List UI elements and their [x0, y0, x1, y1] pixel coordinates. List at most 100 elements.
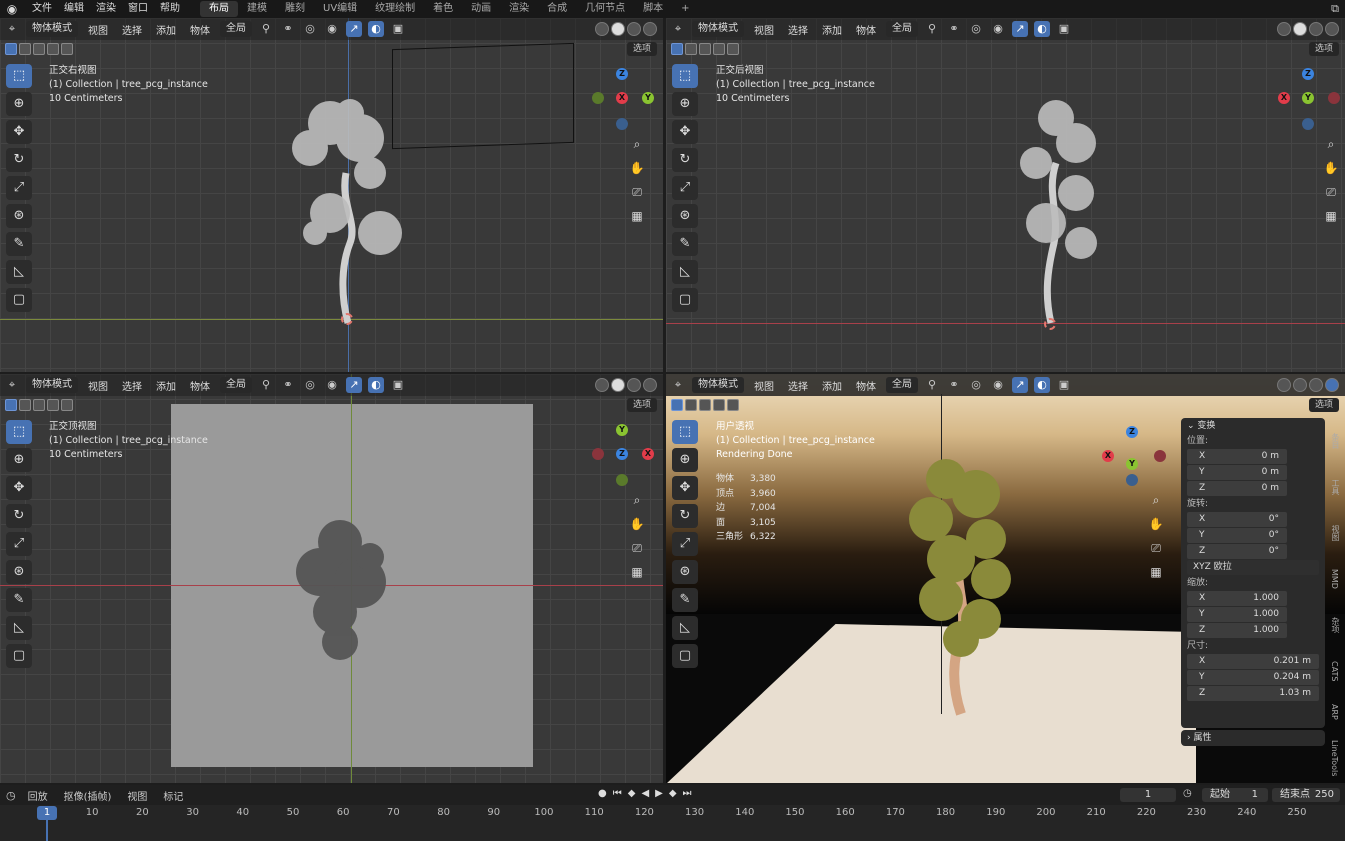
options-dropdown[interactable]: 选项: [1308, 398, 1339, 412]
pivot-icon[interactable]: ⚲: [258, 21, 274, 37]
dimension-z-field[interactable]: Z 1.03 m: [1187, 686, 1319, 701]
orientation-dropdown[interactable]: 全局: [886, 377, 918, 393]
rendered-shading-icon[interactable]: [643, 378, 657, 392]
rotation-x-field[interactable]: X 0°: [1187, 512, 1287, 527]
tab-layout[interactable]: 布局: [200, 1, 238, 17]
gizmo-neg-y-icon[interactable]: [616, 474, 628, 486]
pivot-icon[interactable]: ⚲: [924, 377, 940, 393]
xray-icon[interactable]: ▣: [1056, 21, 1072, 37]
snap-icon[interactable]: ⚭: [946, 377, 962, 393]
cursor-tool-icon[interactable]: ⊕: [6, 448, 32, 472]
jump-start-icon[interactable]: ⏮: [613, 788, 622, 799]
solid-shading-icon[interactable]: [611, 378, 625, 392]
annotate-tool-icon[interactable]: ✎: [6, 232, 32, 256]
gizmo-z-icon[interactable]: Z: [1126, 426, 1138, 438]
select-new-icon[interactable]: [671, 43, 683, 55]
rotation-y-field[interactable]: Y 0°: [1187, 528, 1287, 543]
blender-logo-icon[interactable]: ◉: [4, 2, 20, 16]
menu-help[interactable]: 帮助: [154, 1, 186, 17]
rotate-tool-icon[interactable]: ↻: [672, 504, 698, 528]
select-new-icon[interactable]: [5, 399, 17, 411]
scale-tool-icon[interactable]: ⤢: [6, 532, 32, 556]
tab-shading[interactable]: 着色: [424, 1, 462, 17]
select-invert-icon[interactable]: [47, 43, 59, 55]
measure-tool-icon[interactable]: ◺: [6, 616, 32, 640]
menu-object[interactable]: 物体: [186, 378, 214, 393]
gizmo-z-icon[interactable]: Z: [616, 68, 628, 80]
editor-type-icon[interactable]: ⌖: [4, 21, 20, 37]
select-intersect-icon[interactable]: [61, 399, 73, 411]
proportional-icon[interactable]: ◎: [968, 377, 984, 393]
overlay-toggle-icon[interactable]: ◐: [368, 377, 384, 393]
overlay-toggle-icon[interactable]: ◐: [1034, 21, 1050, 37]
rotate-tool-icon[interactable]: ↻: [6, 504, 32, 528]
wireframe-shading-icon[interactable]: [1277, 378, 1291, 392]
menu-edit[interactable]: 编辑: [58, 1, 90, 17]
viewport-back-ortho[interactable]: ⌖ 物体模式 视图 选择 添加 物体 全局 ⚲ ⚭ ◎ ◉ ↗ ◐ ▣ 选项 正…: [666, 18, 1345, 372]
location-z-field[interactable]: Z0 m: [1187, 481, 1287, 496]
orientation-dropdown[interactable]: 全局: [886, 21, 918, 37]
transform-tool-icon[interactable]: ⊛: [6, 204, 32, 228]
solid-shading-icon[interactable]: [1293, 378, 1307, 392]
add-workspace-button[interactable]: +: [672, 1, 698, 17]
solid-shading-icon[interactable]: [611, 22, 625, 36]
measure-tool-icon[interactable]: ◺: [6, 260, 32, 284]
menu-view[interactable]: 视图: [750, 378, 778, 393]
material-shading-icon[interactable]: [627, 22, 641, 36]
rotate-tool-icon[interactable]: ↻: [672, 148, 698, 172]
gizmo-toggle-icon[interactable]: ↗: [1012, 377, 1028, 393]
dimension-y-field[interactable]: Y 0.204 m: [1187, 670, 1319, 685]
annotate-tool-icon[interactable]: ✎: [672, 232, 698, 256]
tab-modeling[interactable]: 建模: [238, 1, 276, 17]
move-tool-icon[interactable]: ✥: [672, 476, 698, 500]
gizmo-neg-x-icon[interactable]: [1154, 450, 1166, 462]
select-intersect-icon[interactable]: [727, 43, 739, 55]
tab-sculpting[interactable]: 雕刻: [276, 1, 314, 17]
cursor-tool-icon[interactable]: ⊕: [672, 92, 698, 116]
select-invert-icon[interactable]: [713, 43, 725, 55]
menu-add[interactable]: 添加: [818, 22, 846, 37]
visibility-icon[interactable]: ◉: [990, 21, 1006, 37]
xray-icon[interactable]: ▣: [390, 377, 406, 393]
select-new-icon[interactable]: [671, 399, 683, 411]
snap-icon[interactable]: ⚭: [280, 377, 296, 393]
select-subtract-icon[interactable]: [699, 399, 711, 411]
tab-compositing[interactable]: 合成: [538, 1, 576, 17]
select-subtract-icon[interactable]: [699, 43, 711, 55]
scale-tool-icon[interactable]: ⤢: [672, 532, 698, 556]
gizmo-toggle-icon[interactable]: ↗: [346, 377, 362, 393]
xray-icon[interactable]: ▣: [390, 21, 406, 37]
play-reverse-icon[interactable]: ◀: [641, 788, 649, 799]
rendered-shading-icon[interactable]: [643, 22, 657, 36]
camera-view-icon[interactable]: ⎚: [627, 538, 647, 558]
pan-hand-icon[interactable]: ✋: [627, 514, 647, 534]
timeline-view-menu[interactable]: 视图: [123, 788, 151, 803]
menu-select[interactable]: 选择: [118, 22, 146, 37]
scale-y-field[interactable]: Y 1.000: [1187, 607, 1287, 622]
zoom-icon[interactable]: ⌕: [627, 490, 647, 510]
prev-keyframe-icon[interactable]: ◆: [628, 788, 636, 799]
overlay-toggle-icon[interactable]: ◐: [1034, 377, 1050, 393]
cursor-tool-icon[interactable]: ⊕: [6, 92, 32, 116]
menu-view[interactable]: 视图: [84, 22, 112, 37]
current-frame-field[interactable]: 1: [1120, 788, 1176, 802]
gizmo-y-icon[interactable]: Y: [1302, 92, 1314, 104]
editor-type-icon[interactable]: ⌖: [670, 377, 686, 393]
menu-select[interactable]: 选择: [784, 22, 812, 37]
axis-gizmo[interactable]: Z X Y: [1102, 424, 1166, 486]
transform-tool-icon[interactable]: ⊛: [6, 560, 32, 584]
mode-dropdown[interactable]: 物体模式: [692, 21, 744, 37]
gizmo-neg-x-icon[interactable]: [1328, 92, 1340, 104]
menu-window[interactable]: 窗口: [122, 1, 154, 17]
properties-panel-title[interactable]: › 属性: [1181, 730, 1325, 746]
material-shading-icon[interactable]: [1309, 22, 1323, 36]
gizmo-neg-z-icon[interactable]: [1126, 474, 1138, 486]
scale-tool-icon[interactable]: ⤢: [6, 176, 32, 200]
gizmo-z-icon[interactable]: Z: [1302, 68, 1314, 80]
rotation-z-field[interactable]: Z 0°: [1187, 544, 1287, 559]
annotate-tool-icon[interactable]: ✎: [672, 588, 698, 612]
orientation-dropdown[interactable]: 全局: [220, 377, 252, 393]
transform-tool-icon[interactable]: ⊛: [672, 560, 698, 584]
proportional-icon[interactable]: ◎: [302, 21, 318, 37]
tab-arp[interactable]: ARP: [1330, 694, 1339, 730]
